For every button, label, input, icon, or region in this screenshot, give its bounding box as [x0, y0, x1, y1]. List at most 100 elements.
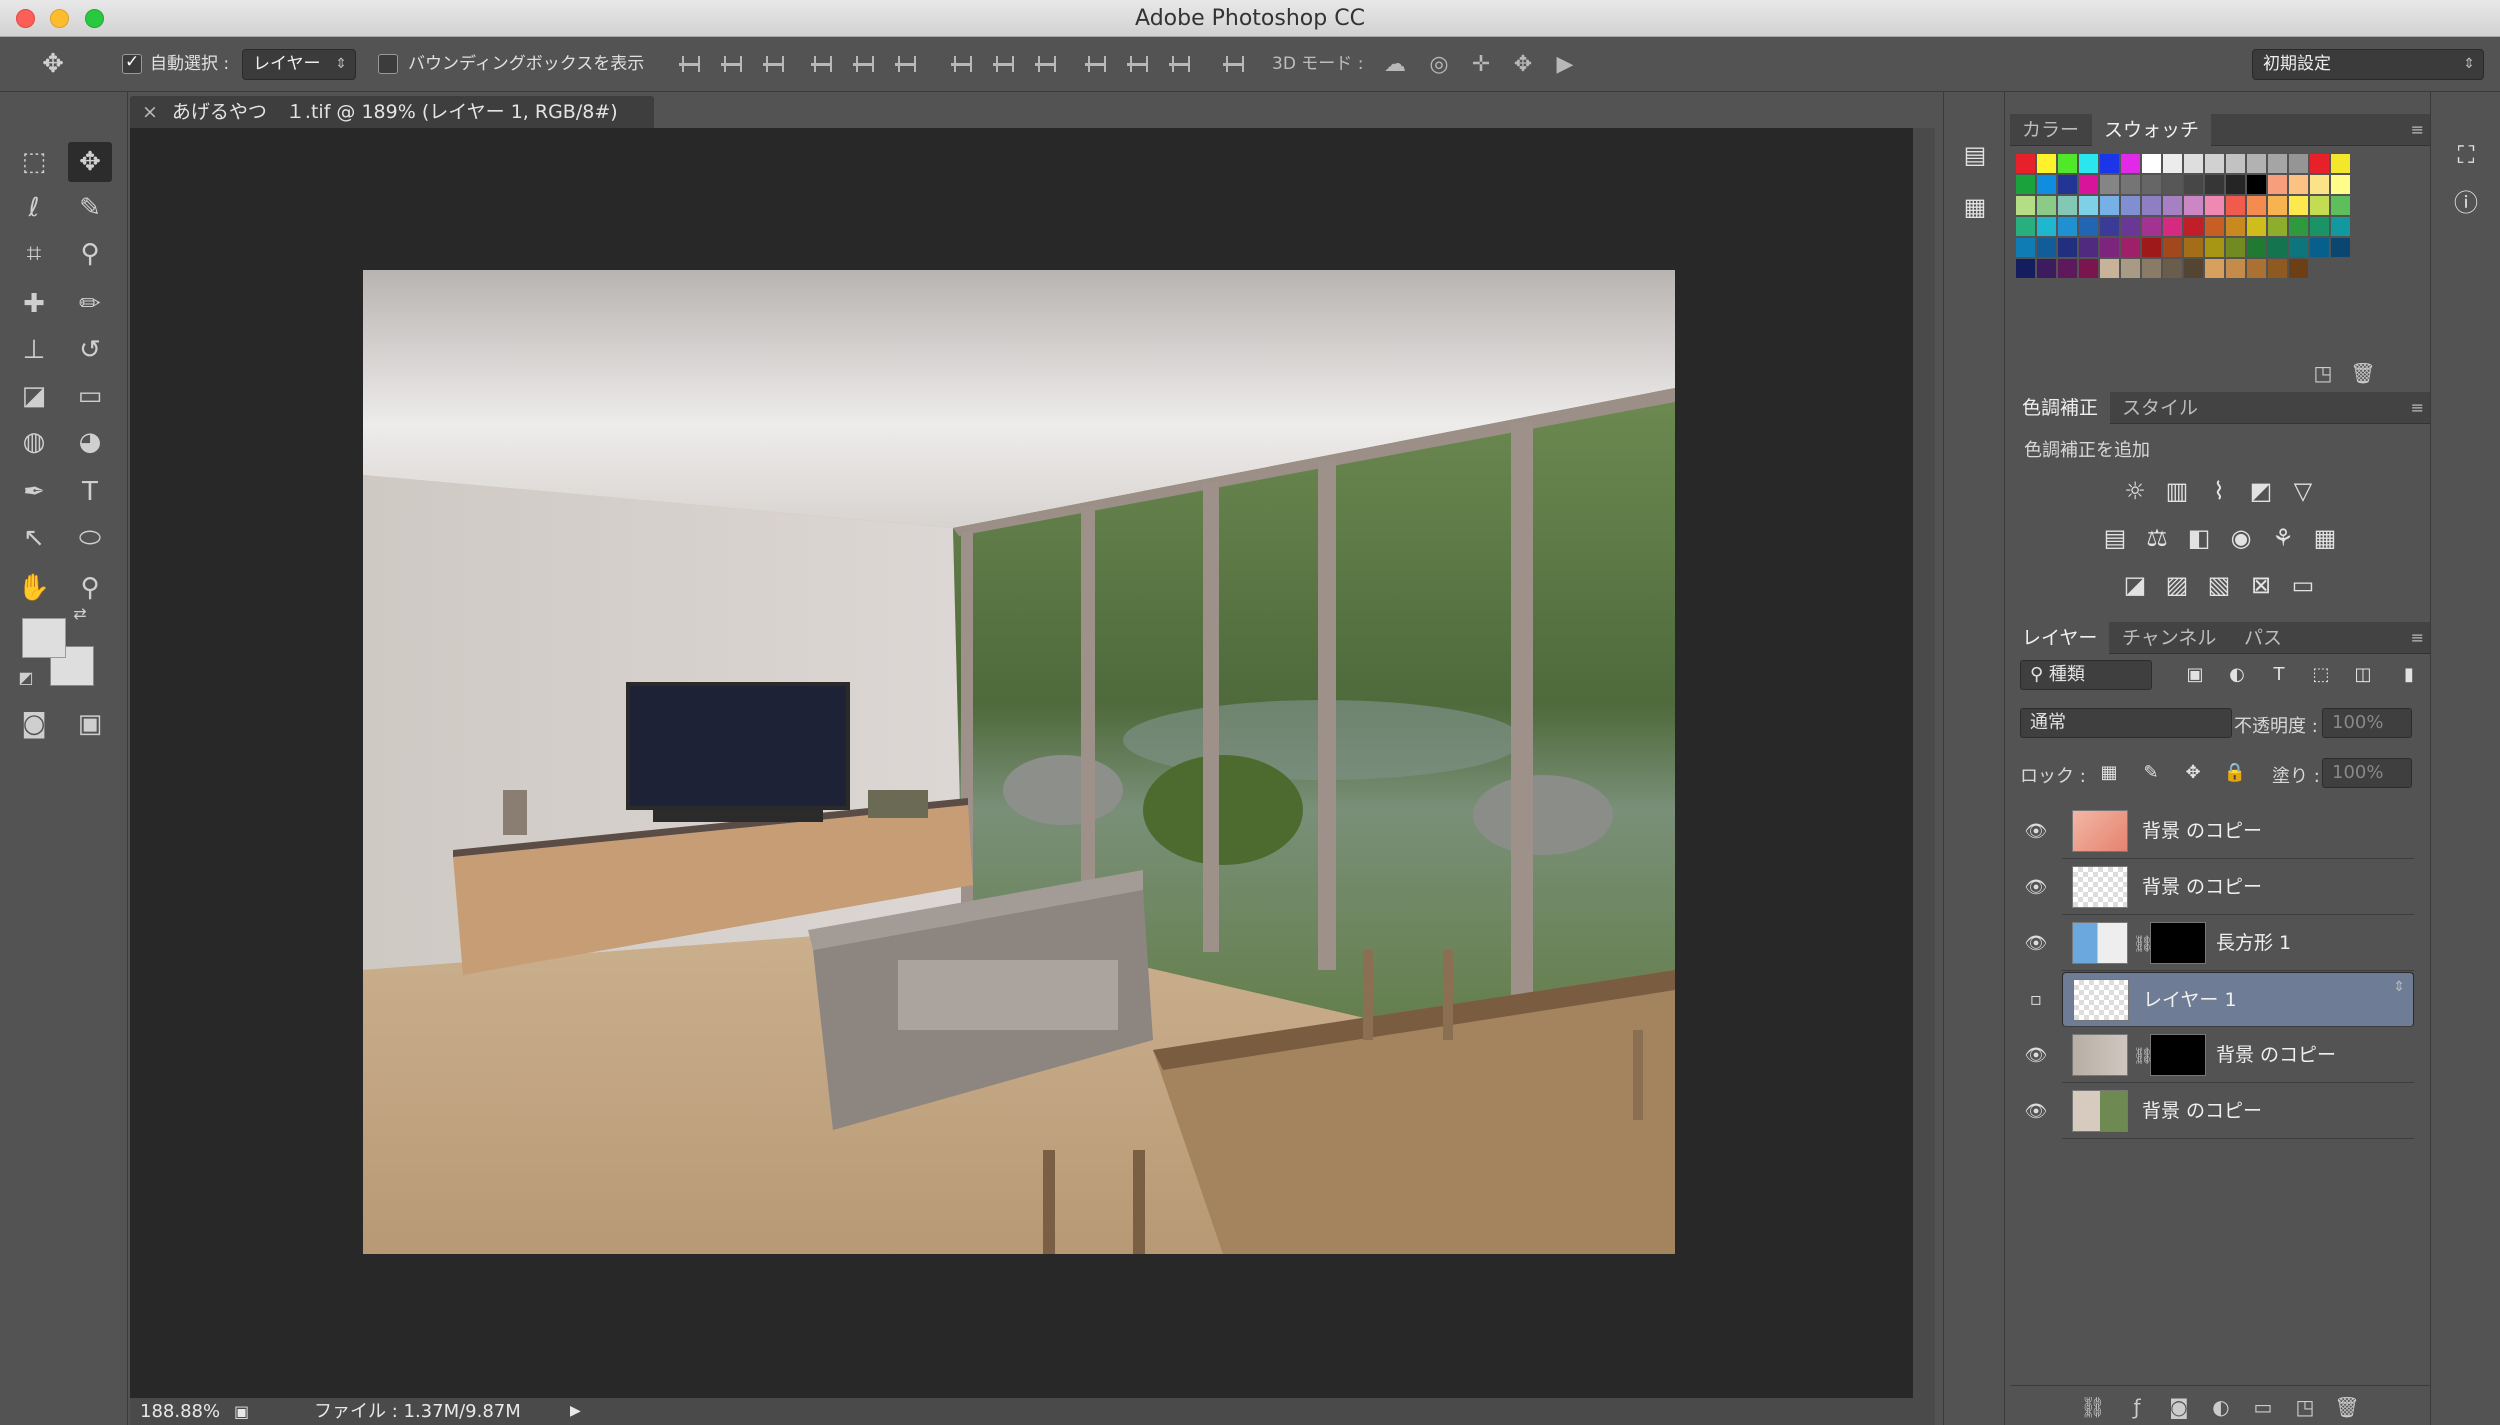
default-colors-icon[interactable]: ◩: [14, 666, 38, 690]
swatch[interactable]: [2163, 238, 2182, 257]
swatch[interactable]: [2058, 238, 2077, 257]
swatch[interactable]: [2205, 238, 2224, 257]
layer-visibility-toggle[interactable]: 👁: [2024, 916, 2048, 971]
swatch[interactable]: [2268, 259, 2287, 278]
vertical-scrollbar[interactable]: [1913, 128, 1935, 1425]
align-left-icon[interactable]: [808, 51, 836, 79]
show-bbox-checkbox[interactable]: [378, 54, 398, 74]
delete-swatch-icon[interactable]: 🗑: [2350, 360, 2376, 386]
tab-channels[interactable]: チャンネル: [2110, 622, 2228, 654]
swatch[interactable]: [2184, 175, 2203, 194]
swatch[interactable]: [2121, 217, 2140, 236]
align-vcenter-icon[interactable]: [718, 51, 746, 79]
layer-visibility-toggle[interactable]: 👁: [2024, 1084, 2048, 1139]
tab-color[interactable]: カラー: [2010, 114, 2091, 146]
swatch[interactable]: [2058, 259, 2077, 278]
lasso-tool-icon[interactable]: ℓ: [12, 188, 56, 228]
color-lookup-icon[interactable]: ▦: [2310, 523, 2340, 553]
swatch[interactable]: [2100, 196, 2119, 215]
marquee-tool-icon[interactable]: ⬚: [12, 142, 56, 182]
swatches-panel-menu-icon[interactable]: ≡: [2411, 120, 2424, 139]
black-white-icon[interactable]: ◧: [2184, 523, 2214, 553]
invert-icon[interactable]: ◪: [2120, 570, 2150, 600]
auto-select-checkbox[interactable]: [122, 52, 142, 74]
swatch[interactable]: [2184, 154, 2203, 173]
distribute-bottom-icon[interactable]: [1032, 51, 1060, 79]
swatch[interactable]: [2247, 259, 2266, 278]
swatch[interactable]: [2037, 238, 2056, 257]
swatch[interactable]: [2247, 217, 2266, 236]
lock-transparency-icon[interactable]: ▦: [2094, 758, 2124, 788]
swatch[interactable]: [2163, 217, 2182, 236]
swatch[interactable]: [2289, 259, 2308, 278]
exposure-icon[interactable]: ◩: [2246, 476, 2276, 506]
layer-visibility-toggle[interactable]: 👁: [2024, 1028, 2048, 1083]
swatch[interactable]: [2268, 175, 2287, 194]
swatch[interactable]: [2310, 217, 2329, 236]
swatch[interactable]: [2079, 154, 2098, 173]
swatch[interactable]: [2184, 217, 2203, 236]
channel-mixer-icon[interactable]: ⚘: [2268, 523, 2298, 553]
layer-mask-thumbnail[interactable]: [2150, 1034, 2206, 1076]
swatch[interactable]: [2079, 196, 2098, 215]
swatch[interactable]: [2163, 259, 2182, 278]
layer-visibility-toggle[interactable]: 👁: [2024, 804, 2048, 859]
filter-shape-icon[interactable]: ⬚: [2306, 660, 2336, 690]
healing-brush-tool-icon[interactable]: ✚: [12, 284, 56, 324]
filter-adjustment-icon[interactable]: ◐: [2222, 660, 2252, 690]
swatch[interactable]: [2079, 217, 2098, 236]
move-tool-icon[interactable]: ✥: [68, 142, 112, 182]
swatch[interactable]: [2268, 196, 2287, 215]
quick-mask-icon[interactable]: ◙: [12, 704, 56, 744]
fill-input[interactable]: 100%: [2322, 758, 2412, 788]
swatch[interactable]: [2310, 175, 2329, 194]
lock-pixels-icon[interactable]: ✎: [2136, 758, 2166, 788]
swatch[interactable]: [2247, 196, 2266, 215]
distribute-right-icon[interactable]: [1166, 51, 1194, 79]
swatch[interactable]: [2205, 217, 2224, 236]
swatch[interactable]: [2037, 175, 2056, 194]
swatch[interactable]: [2037, 217, 2056, 236]
ellipse-tool-icon[interactable]: ⬭: [68, 518, 112, 558]
brush-tool-icon[interactable]: ✏: [68, 284, 112, 324]
swatch[interactable]: [2121, 238, 2140, 257]
info-panel-icon[interactable]: ⓘ: [2451, 188, 2481, 218]
photo-filter-icon[interactable]: ◉: [2226, 523, 2256, 553]
layer-visibility-toggle[interactable]: 👁: [2024, 860, 2048, 915]
3d-panel-icon[interactable]: ⛶: [2451, 140, 2481, 170]
tab-layers[interactable]: レイヤー: [2010, 622, 2110, 654]
swatch[interactable]: [2058, 175, 2077, 194]
posterize-icon[interactable]: ▨: [2162, 570, 2192, 600]
swatch[interactable]: [2016, 238, 2035, 257]
zoom-window-button[interactable]: [85, 9, 104, 28]
tab-styles[interactable]: スタイル: [2110, 392, 2210, 424]
swatch[interactable]: [2268, 238, 2287, 257]
color-balance-icon[interactable]: ⚖: [2142, 523, 2172, 553]
eraser-tool-icon[interactable]: ◪: [12, 376, 56, 416]
swatch[interactable]: [2100, 175, 2119, 194]
swatch[interactable]: [2247, 154, 2266, 173]
close-window-button[interactable]: [16, 9, 35, 28]
new-adjustment-layer-icon[interactable]: ◐: [2208, 1394, 2234, 1420]
screen-mode-icon[interactable]: ▣: [68, 704, 112, 744]
3d-pan-icon[interactable]: ✛: [1466, 51, 1496, 79]
gradient-map-icon[interactable]: ▭: [2288, 570, 2318, 600]
tab-swatches[interactable]: スウォッチ: [2092, 114, 2212, 146]
clone-stamp-tool-icon[interactable]: ⊥: [12, 330, 56, 370]
new-swatch-icon[interactable]: ◳: [2310, 360, 2336, 386]
blur-tool-icon[interactable]: ◍: [12, 422, 56, 462]
swatch[interactable]: [2163, 154, 2182, 173]
layer-filter-select[interactable]: ⚲ 種類: [2020, 660, 2152, 690]
adjustments-panel-menu-icon[interactable]: ≡: [2411, 398, 2424, 417]
filter-smart-object-icon[interactable]: ◫: [2348, 660, 2378, 690]
swatch[interactable]: [2226, 238, 2245, 257]
swatch[interactable]: [2226, 154, 2245, 173]
layer-row[interactable]: 背景 のコピー: [2062, 804, 2414, 859]
canvas-area[interactable]: [130, 128, 1913, 1398]
swatch[interactable]: [2247, 238, 2266, 257]
canvas-image[interactable]: [363, 270, 1675, 1254]
align-hcenter-icon[interactable]: [850, 51, 878, 79]
swatch[interactable]: [2037, 196, 2056, 215]
layer-visibility-toggle[interactable]: ▫: [2024, 972, 2048, 1027]
hand-tool-icon[interactable]: ✋: [12, 568, 56, 608]
